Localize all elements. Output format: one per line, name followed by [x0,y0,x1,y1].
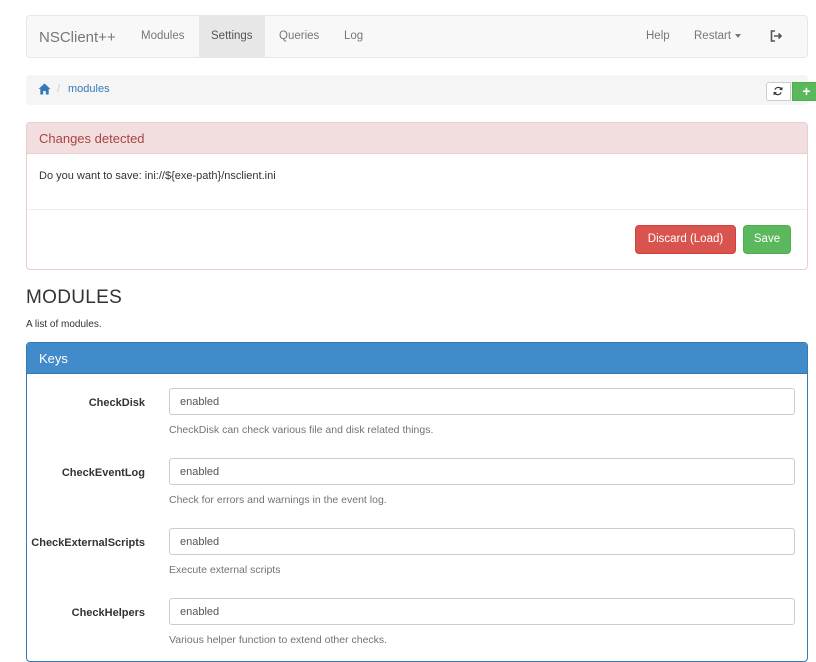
top-navbar: NSClient++ Modules Settings Queries Log … [26,15,808,58]
add-button[interactable]: + [792,82,816,101]
refresh-icon [773,86,783,96]
key-label: CheckExternalScripts [31,537,145,549]
key-help-text: Execute external scripts [169,564,281,576]
restart-label: Restart [694,30,732,42]
key-row-checkeventlog: CheckEventLog Check for errors and warni… [27,458,807,518]
key-row-checkdisk: CheckDisk CheckDisk can check various fi… [27,388,807,448]
breadcrumb-modules[interactable]: modules [68,83,110,95]
alert-divider [27,209,807,210]
nav-settings[interactable]: Settings [199,16,265,57]
key-help-text: Various helper function to extend other … [169,634,388,646]
changes-alert-panel: Changes detected Do you want to save: in… [26,122,808,270]
breadcrumb-separator: / [57,83,61,95]
key-row-checkhelpers: CheckHelpers Various helper function to … [27,598,807,658]
caret-down-icon [735,33,742,38]
save-button[interactable]: Save [743,225,791,254]
page-subtitle: A list of modules. [26,319,102,330]
keys-heading: Keys [27,343,807,374]
nav-log[interactable]: Log [332,16,375,57]
breadcrumb: / modules + [26,75,816,105]
page-title: MODULES [26,287,123,308]
keys-panel: Keys CheckDisk CheckDisk can check vario… [26,342,808,662]
refresh-button[interactable] [766,82,791,101]
nav-modules[interactable]: Modules [129,16,196,57]
key-value-input[interactable] [169,528,795,555]
key-value-input[interactable] [169,388,795,415]
key-help-text: CheckDisk can check various file and dis… [169,424,434,436]
key-label: CheckDisk [88,397,145,409]
alert-title: Changes detected [27,123,807,154]
logout-icon[interactable] [769,29,783,43]
nav-help[interactable]: Help [634,16,682,57]
brand-link[interactable]: NSClient++ [39,29,116,46]
key-row-checkexternalscripts: CheckExternalScripts Execute external sc… [27,528,807,588]
key-value-input[interactable] [169,598,795,625]
alert-message: Do you want to save: ini://${exe-path}/n… [39,170,276,182]
key-label: CheckEventLog [61,467,145,479]
home-icon[interactable] [38,83,51,95]
nav-restart-dropdown[interactable]: Restart [682,16,753,57]
nav-queries[interactable]: Queries [267,16,331,57]
key-label: CheckHelpers [71,607,145,619]
discard-button[interactable]: Discard (Load) [635,225,736,254]
key-help-text: Check for errors and warnings in the eve… [169,494,387,506]
key-value-input[interactable] [169,458,795,485]
